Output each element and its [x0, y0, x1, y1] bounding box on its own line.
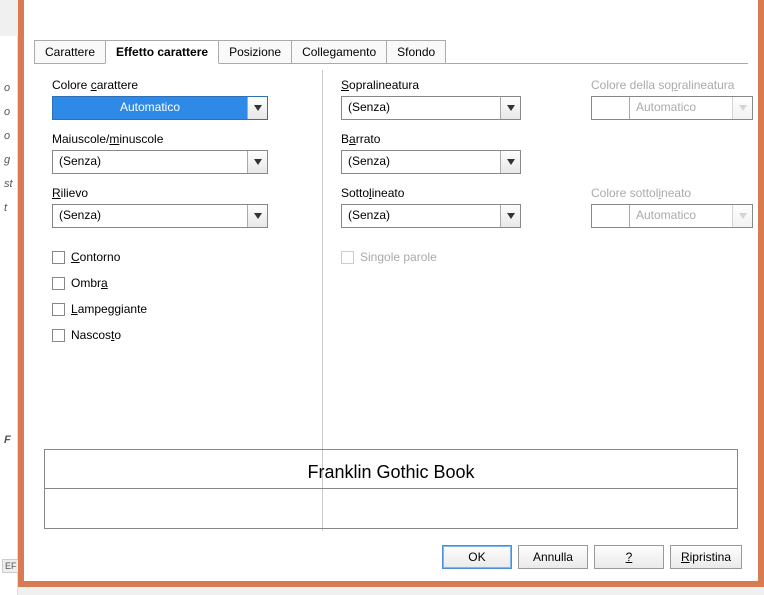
strike-label: Barrato: [341, 132, 561, 146]
overline-color-combo: Automatico: [591, 96, 753, 120]
tab-effetto-carattere[interactable]: Effetto carattere: [105, 40, 219, 64]
relief-label: Rilievo: [52, 186, 296, 200]
underline-label: Sottolineato: [341, 186, 561, 200]
checkbox-icon: [52, 277, 65, 290]
checkbox-icon: [52, 251, 65, 264]
hidden-checkbox[interactable]: Nascosto: [52, 328, 296, 342]
dialog-window: Carattere Effetto carattere Posizione Co…: [18, 0, 764, 587]
tab-sfondo[interactable]: Sfondo: [386, 40, 446, 64]
reset-button[interactable]: Ripristina: [670, 545, 742, 569]
chevron-down-icon: [500, 97, 520, 119]
chevron-down-icon: [500, 205, 520, 227]
underline-color-combo: Automatico: [591, 204, 753, 228]
chevron-down-icon: [732, 97, 752, 119]
checkbox-icon: [52, 329, 65, 342]
font-color-combo[interactable]: Automatico: [52, 96, 268, 120]
cancel-button[interactable]: Annulla: [518, 545, 588, 569]
checkbox-icon: [341, 251, 354, 264]
preview-divider: [45, 488, 737, 528]
dialog-content: Carattere Effetto carattere Posizione Co…: [24, 30, 758, 581]
chevron-down-icon: [500, 151, 520, 173]
chevron-down-icon: [732, 205, 752, 227]
font-color-label: Colore carattere: [52, 78, 296, 92]
chevron-down-icon: [247, 205, 267, 227]
overline-label: Sopralineatura: [341, 78, 561, 92]
single-words-checkbox: Singole parole: [341, 250, 753, 264]
tab-collegamento[interactable]: Collegamento: [291, 40, 387, 64]
button-bar: OK Annulla ? Ripristina: [442, 545, 742, 569]
case-combo[interactable]: (Senza): [52, 150, 268, 174]
background-window-fragment: o o o g st t F EF: [0, 36, 18, 595]
tab-posizione[interactable]: Posizione: [218, 40, 292, 64]
help-button[interactable]: ?: [594, 545, 664, 569]
underline-combo[interactable]: (Senza): [341, 204, 521, 228]
outline-checkbox[interactable]: Contorno: [52, 250, 296, 264]
ok-button[interactable]: OK: [442, 545, 512, 569]
blink-checkbox[interactable]: Lampeggiante: [52, 302, 296, 316]
tab-carattere[interactable]: Carattere: [34, 40, 106, 64]
preview-box: Franklin Gothic Book: [44, 449, 738, 529]
overline-combo[interactable]: (Senza): [341, 96, 521, 120]
underline-color-label: Colore sottolineato: [591, 186, 753, 200]
tab-bar: Carattere Effetto carattere Posizione Co…: [24, 30, 758, 64]
color-swatch: [592, 205, 630, 227]
case-label: Maiuscole/minuscole: [52, 132, 296, 146]
color-swatch: [592, 97, 630, 119]
overline-color-label: Colore della sopralineatura: [591, 78, 753, 92]
shadow-checkbox[interactable]: Ombra: [52, 276, 296, 290]
relief-combo[interactable]: (Senza): [52, 204, 268, 228]
strike-combo[interactable]: (Senza): [341, 150, 521, 174]
chevron-down-icon: [247, 97, 267, 119]
chevron-down-icon: [247, 151, 267, 173]
preview-font-name: Franklin Gothic Book: [45, 462, 737, 483]
checkbox-icon: [52, 303, 65, 316]
